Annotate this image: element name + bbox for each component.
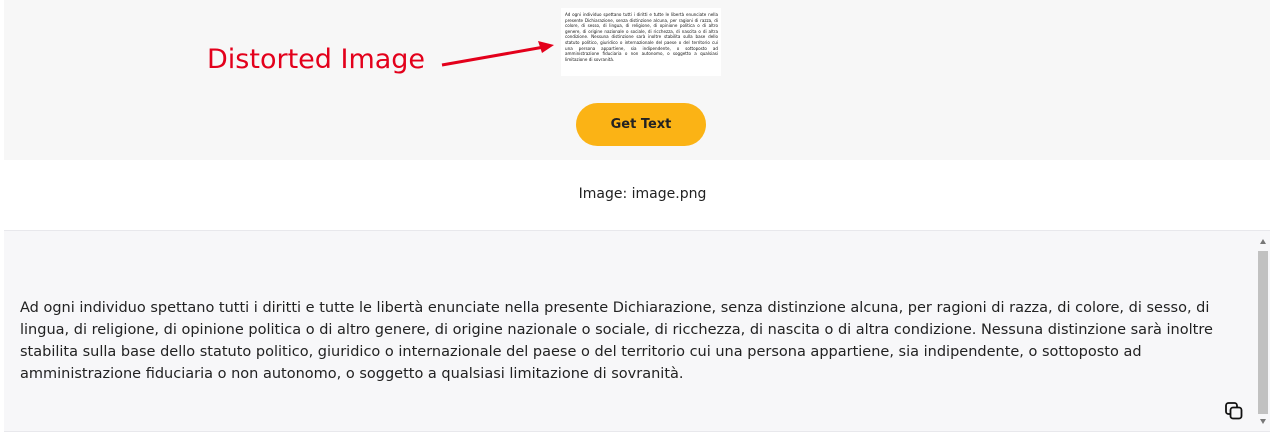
copy-button[interactable] <box>1222 399 1246 423</box>
get-text-button[interactable]: Get Text <box>576 103 706 146</box>
annotation-label: Distorted Image <box>207 44 426 75</box>
image-filename-caption: Image: image.png <box>578 186 707 202</box>
thumbnail-text: Ad ogni individuo spettano tutti i dirit… <box>565 12 718 62</box>
copy-icon <box>1225 402 1243 420</box>
scrollbar[interactable] <box>1256 231 1270 431</box>
upload-panel: Ad ogni individuo spettano tutti i dirit… <box>4 0 1270 160</box>
arrow-right-icon <box>441 41 554 67</box>
scroll-up-arrow-icon[interactable] <box>1260 239 1266 244</box>
uploaded-image-thumbnail: Ad ogni individuo spettano tutti i dirit… <box>561 8 721 76</box>
result-textarea[interactable]: Ad ogni individuo spettano tutti i dirit… <box>4 230 1270 432</box>
scroll-down-arrow-icon[interactable] <box>1260 419 1266 424</box>
extracted-text[interactable]: Ad ogni individuo spettano tutti i dirit… <box>20 297 1242 385</box>
scrollbar-thumb[interactable] <box>1258 251 1268 414</box>
